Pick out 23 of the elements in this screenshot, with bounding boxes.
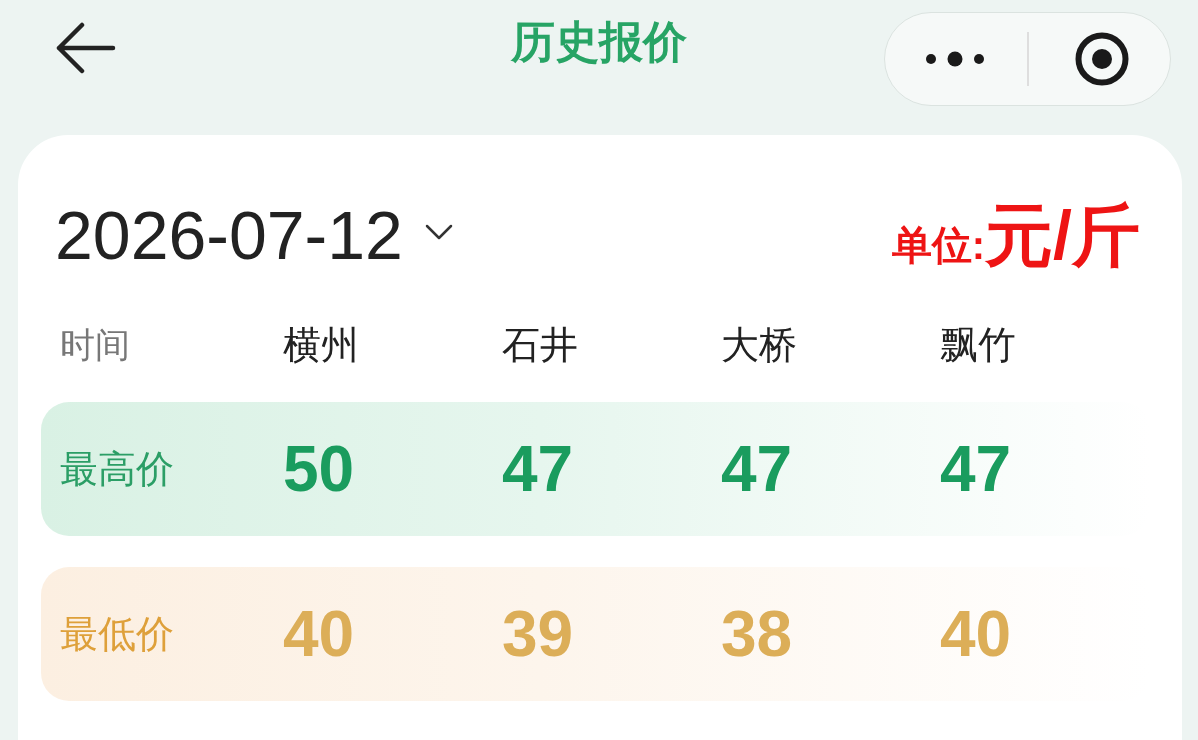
price-cell-text: 50 bbox=[283, 432, 356, 506]
price-cell-text: 39 bbox=[502, 597, 575, 671]
chevron-down-icon bbox=[424, 224, 453, 240]
column-header: 石井 bbox=[502, 322, 579, 368]
column-header: 飘竹 bbox=[940, 322, 1017, 368]
date-picker[interactable]: 2026-07-12 bbox=[55, 197, 453, 273]
unit-label: 单位: bbox=[891, 223, 986, 267]
page-title: 历史报价 bbox=[511, 16, 687, 68]
price-cell-text: 47 bbox=[940, 432, 1013, 506]
back-arrow-icon[interactable] bbox=[55, 22, 117, 74]
column-header: 大桥 bbox=[721, 322, 798, 368]
column-header: 横州 bbox=[283, 322, 360, 368]
price-cell-text: 40 bbox=[283, 597, 356, 671]
price-cell-text: 40 bbox=[940, 597, 1013, 671]
ring-dot-icon[interactable] bbox=[1074, 32, 1129, 86]
price-cell-text: 47 bbox=[721, 432, 794, 506]
row-label: 最高价 bbox=[60, 446, 175, 492]
column-header: 时间 bbox=[60, 323, 131, 366]
more-icon[interactable] bbox=[925, 51, 985, 67]
unit-value: 元/斤 bbox=[985, 197, 1140, 273]
price-cell-text: 38 bbox=[721, 597, 794, 671]
price-cell-text: 47 bbox=[502, 432, 575, 506]
row-label: 最低价 bbox=[60, 611, 175, 657]
